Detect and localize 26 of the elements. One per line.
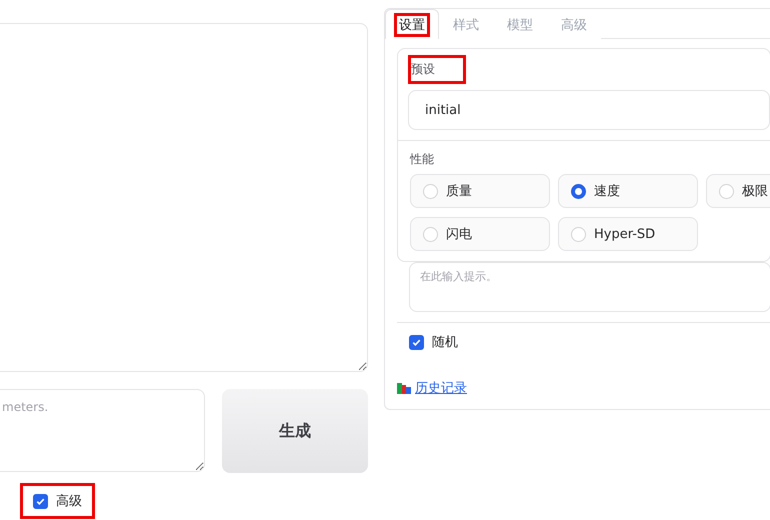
- prompt-field[interactable]: meters.: [0, 389, 205, 472]
- checkbox-label: 随机: [432, 334, 458, 351]
- radio-label: 闪电: [446, 226, 472, 243]
- radio-option[interactable]: 速度: [558, 174, 698, 208]
- preset-dropdown[interactable]: initial: [408, 90, 770, 130]
- radio-label: Hyper-SD: [594, 226, 656, 242]
- tab-label: 设置: [399, 16, 425, 34]
- tab-label: 样式: [453, 16, 479, 34]
- performance-label: 性能: [410, 151, 435, 168]
- radio-label: 质量: [446, 183, 472, 200]
- radio-option[interactable]: 质量: [410, 174, 550, 208]
- preset-label: 预设: [411, 61, 435, 78]
- tab-label: 模型: [507, 16, 533, 34]
- radio-option[interactable]: 极限: [706, 174, 770, 208]
- radio-label: 速度: [594, 183, 620, 200]
- books-icon: [397, 382, 411, 394]
- tab[interactable]: 设置: [385, 9, 439, 39]
- tab-label: 高级: [561, 16, 587, 34]
- radio-option[interactable]: Hyper-SD: [558, 217, 698, 251]
- checkbox-label: 高级: [56, 493, 82, 510]
- checkbox[interactable]: [409, 334, 424, 350]
- generate-button[interactable]: 生成: [222, 389, 368, 473]
- history-link[interactable]: 历史记录: [397, 379, 467, 397]
- radio-option[interactable]: 闪电: [410, 217, 550, 251]
- checkbox[interactable]: [33, 494, 48, 508]
- radio-label: 极限: [742, 183, 768, 200]
